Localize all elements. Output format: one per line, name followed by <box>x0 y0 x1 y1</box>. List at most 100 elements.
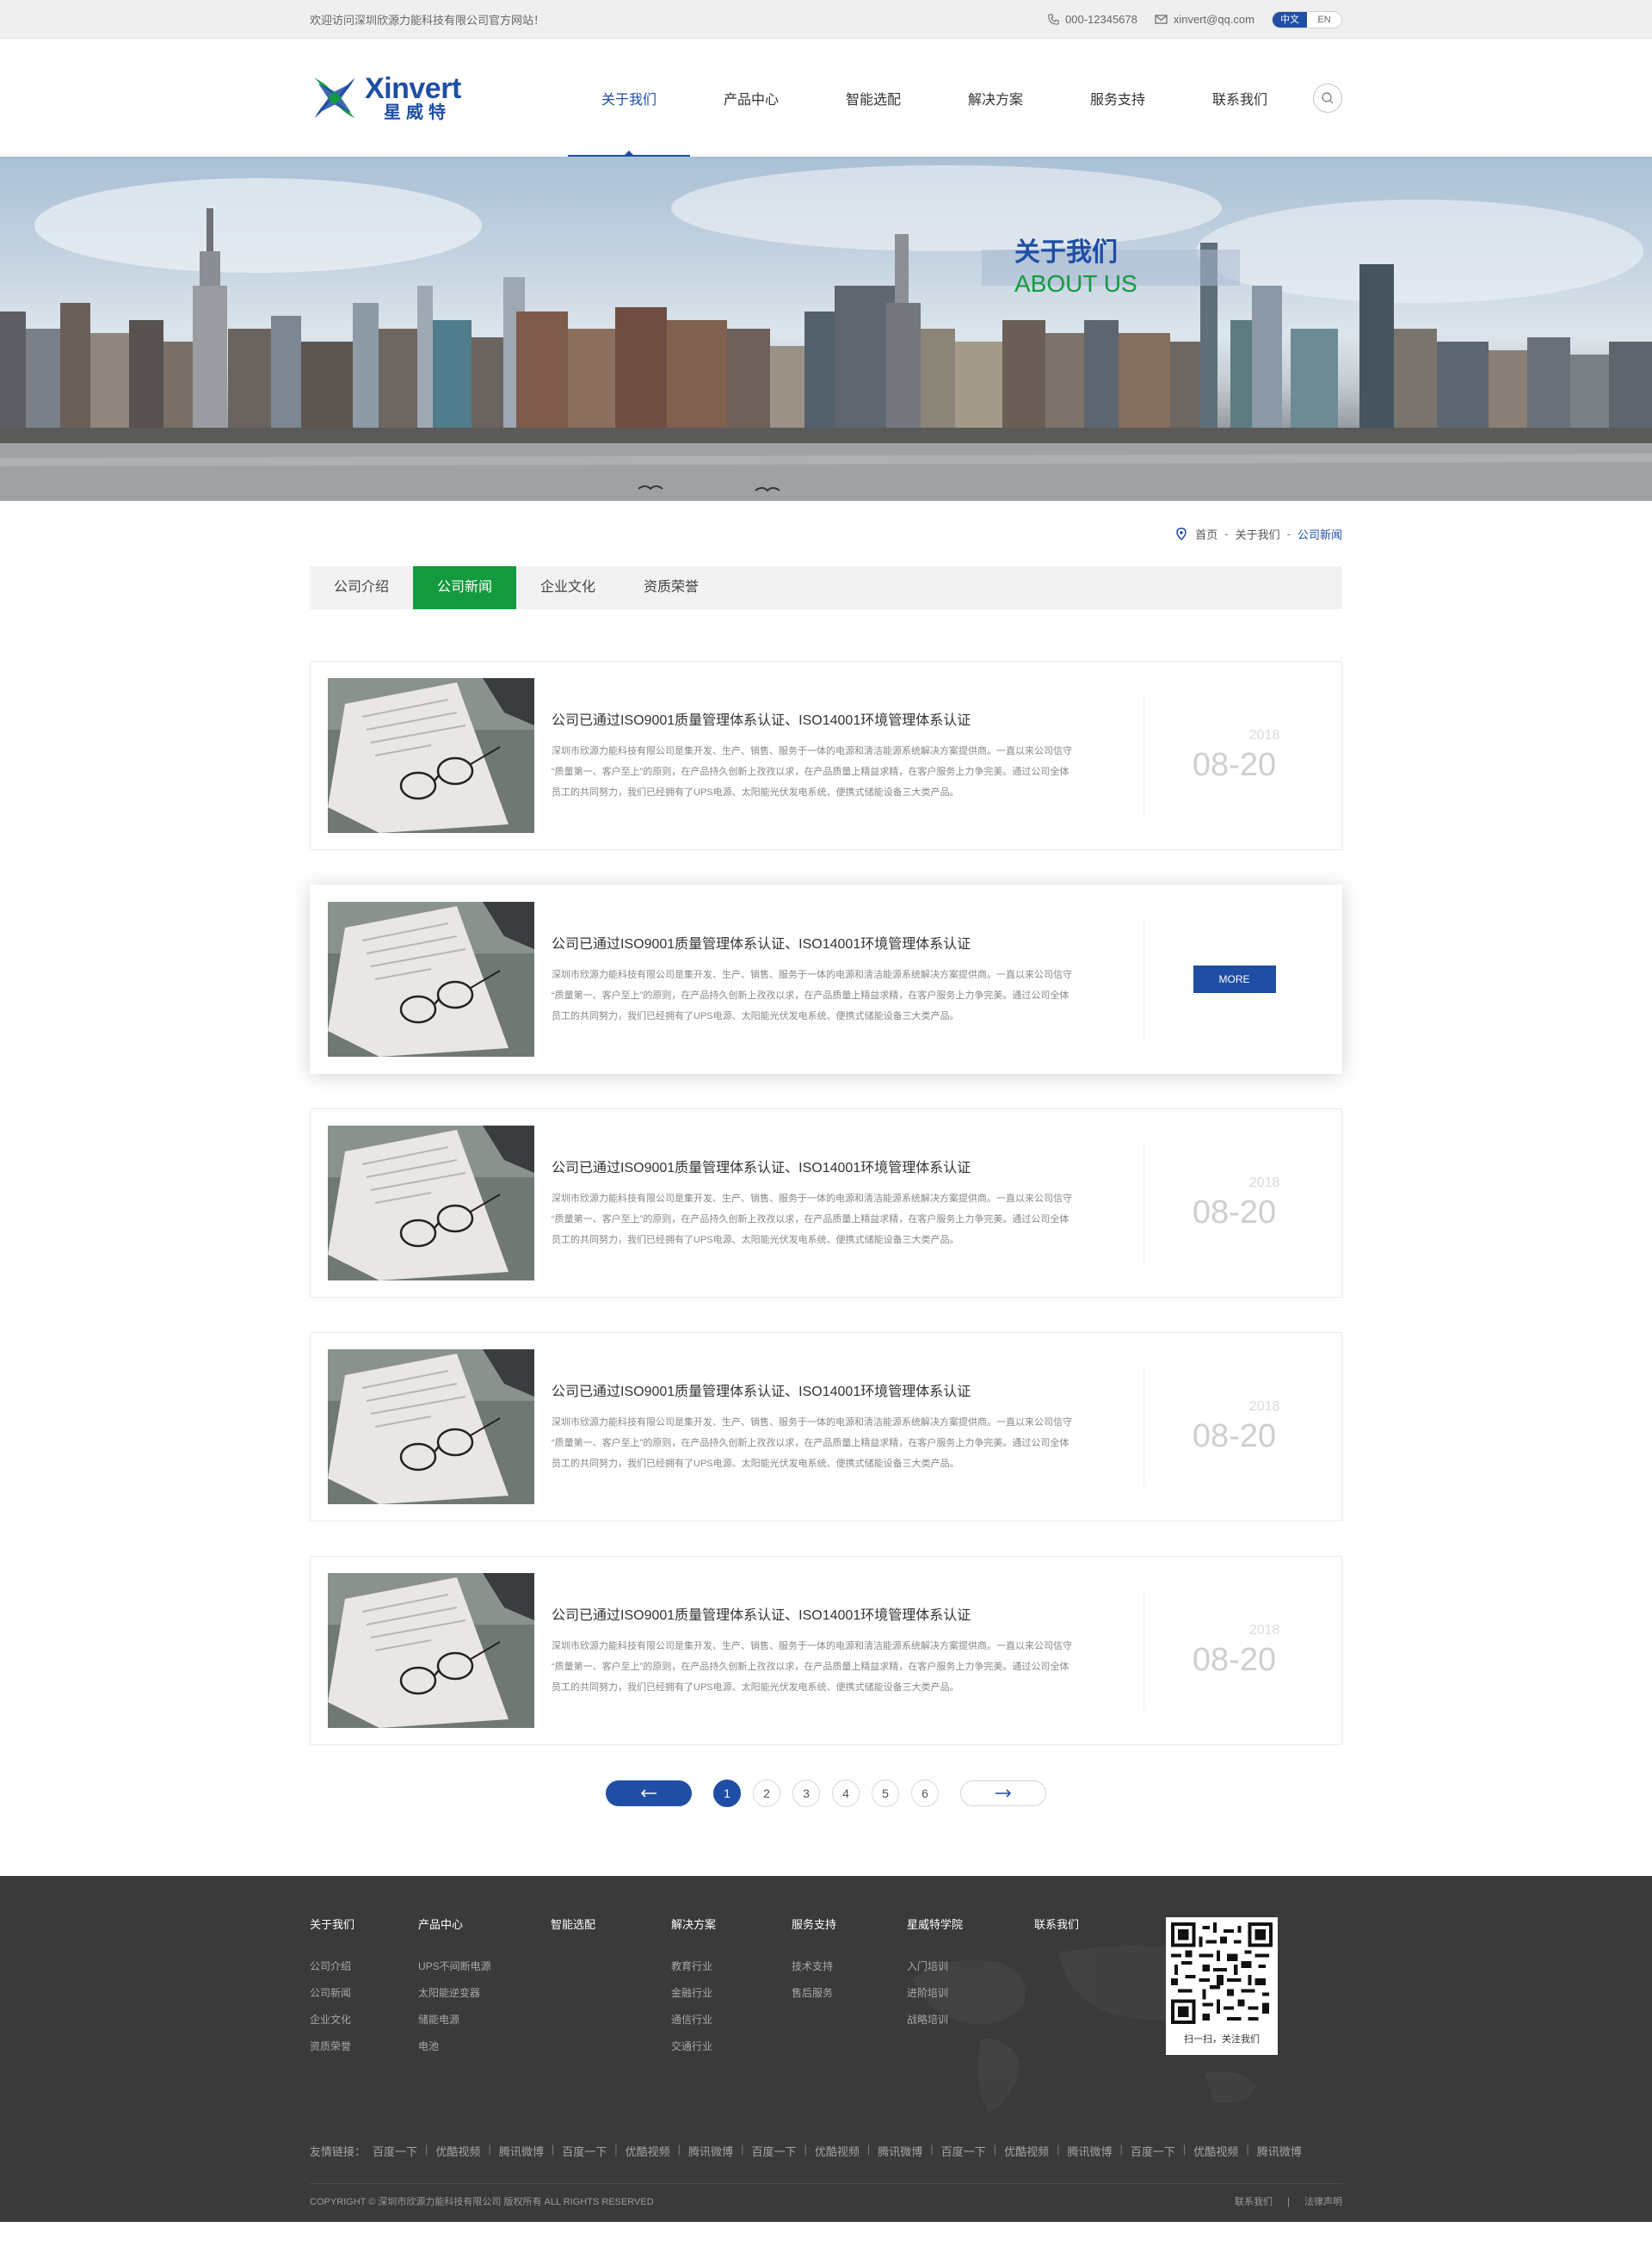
friend-link[interactable]: 腾讯微博 <box>1257 2143 1302 2159</box>
wechat-qr-code: 扫一扫，关注我们 <box>1166 1917 1278 2055</box>
footer-col-heading[interactable]: 联系我们 <box>1034 1916 1137 1932</box>
footer-link[interactable]: 企业文化 <box>310 2014 418 2026</box>
news-item[interactable]: 公司已通过ISO9001质量管理体系认证、ISO14001环境管理体系认证 深圳… <box>310 1556 1342 1745</box>
footer-col-heading[interactable]: 产品中心 <box>418 1916 551 1932</box>
arrow-right-icon <box>996 1789 1012 1798</box>
email-text[interactable]: xinvert@qq.com <box>1174 13 1254 26</box>
footer-link[interactable]: 技术支持 <box>792 1961 907 1972</box>
page-number[interactable]: 1 <box>713 1780 741 1807</box>
news-excerpt: 深圳市欣源力能科技有限公司是集开发、生产、销售、服务于一体的电源和清洁能源系统解… <box>552 1417 1072 1469</box>
news-item[interactable]: 公司已通过ISO9001质量管理体系认证、ISO14001环境管理体系认证 深圳… <box>310 1332 1342 1521</box>
friend-link[interactable]: 优酷视频 <box>815 2143 860 2159</box>
news-thumbnail[interactable] <box>328 678 534 833</box>
friend-link[interactable]: 优酷视频 <box>626 2143 670 2159</box>
logo-mark-icon <box>314 77 355 118</box>
footer-link[interactable]: 储能电源 <box>418 2014 551 2026</box>
nav-item-smart-select[interactable]: 智能选配 <box>812 39 934 157</box>
friend-link[interactable]: 百度一下 <box>1131 2143 1175 2159</box>
page-number[interactable]: 4 <box>832 1780 860 1807</box>
qr-caption: 扫一扫，关注我们 <box>1184 2034 1260 2045</box>
friend-link[interactable]: 百度一下 <box>751 2143 796 2159</box>
nav-item-about[interactable]: 关于我们 <box>568 39 690 157</box>
footer-link[interactable]: 售后服务 <box>792 1988 907 1999</box>
news-thumbnail[interactable] <box>328 902 534 1057</box>
breadcrumb-home[interactable]: 首页 <box>1195 526 1217 542</box>
news-thumbnail[interactable] <box>328 1349 534 1504</box>
footer-link[interactable]: 资质荣誉 <box>310 2041 418 2052</box>
document-glasses-image <box>328 678 534 833</box>
page-number[interactable]: 5 <box>872 1780 899 1807</box>
phone-text: 000-12345678 <box>1065 13 1137 26</box>
footer-col-heading[interactable]: 关于我们 <box>310 1916 418 1932</box>
nav-label: 解决方案 <box>967 92 1023 108</box>
copyright-text: COPYRIGHT © 深圳市欣源力能科技有限公司 版权所有 ALL RIGHT… <box>310 2197 654 2207</box>
lang-cn-button[interactable]: 中文 <box>1273 11 1307 28</box>
footer-link[interactable]: 公司介绍 <box>310 1961 418 1972</box>
site-logo[interactable]: Xinvert 星威特 <box>310 72 482 124</box>
search-button[interactable] <box>1313 83 1342 113</box>
friend-link[interactable]: 优酷视频 <box>435 2143 480 2159</box>
footer-link[interactable]: 通信行业 <box>671 2014 792 2026</box>
tab-corporate-culture[interactable]: 企业文化 <box>516 566 620 609</box>
footer-link[interactable]: 战略培训 <box>907 2014 1034 2026</box>
friend-link[interactable]: 腾讯微博 <box>499 2143 544 2159</box>
footer-link[interactable]: 交通行业 <box>671 2041 792 2052</box>
tab-qualifications[interactable]: 资质荣誉 <box>620 566 723 609</box>
prev-page-button[interactable] <box>606 1780 692 1806</box>
footer-col-heading[interactable]: 星威特学院 <box>907 1916 1034 1932</box>
news-title[interactable]: 公司已通过ISO9001质量管理体系认证、ISO14001环境管理体系认证 <box>552 1379 1143 1400</box>
page-number[interactable]: 6 <box>911 1780 939 1807</box>
nav-item-products[interactable]: 产品中心 <box>690 39 812 157</box>
footer-col-heading[interactable]: 解决方案 <box>671 1916 792 1932</box>
news-thumbnail[interactable] <box>328 1126 534 1280</box>
news-thumbnail[interactable] <box>328 1573 534 1728</box>
news-year: 2018 <box>1248 727 1280 743</box>
footer-link[interactable]: 入门培训 <box>907 1961 1034 1972</box>
news-item[interactable]: 公司已通过ISO9001质量管理体系认证、ISO14001环境管理体系认证 深圳… <box>310 885 1342 1074</box>
friend-link[interactable]: 腾讯微博 <box>688 2143 733 2159</box>
news-title[interactable]: 公司已通过ISO9001质量管理体系认证、ISO14001环境管理体系认证 <box>552 932 1143 953</box>
tab-company-news[interactable]: 公司新闻 <box>413 566 516 609</box>
news-month-day: 08-20 <box>1192 746 1277 783</box>
friend-link[interactable]: 腾讯微博 <box>878 2143 922 2159</box>
footer-link[interactable]: UPS不间断电源 <box>418 1961 551 1972</box>
friend-link[interactable]: 优酷视频 <box>1004 2143 1049 2159</box>
friend-link[interactable]: 优酷视频 <box>1193 2143 1238 2159</box>
friend-link[interactable]: 百度一下 <box>373 2143 417 2159</box>
mail-icon <box>1155 15 1168 24</box>
document-glasses-image <box>328 1349 534 1504</box>
more-button[interactable]: MORE <box>1193 966 1276 993</box>
page-number[interactable]: 2 <box>753 1780 780 1807</box>
news-item[interactable]: 公司已通过ISO9001质量管理体系认证、ISO14001环境管理体系认证 深圳… <box>310 1108 1342 1298</box>
footer-col-heading[interactable]: 服务支持 <box>792 1916 907 1932</box>
page-number[interactable]: 3 <box>792 1780 820 1807</box>
footer-link[interactable]: 进阶培训 <box>907 1988 1034 1999</box>
tab-company-intro[interactable]: 公司介绍 <box>310 566 413 609</box>
legal-notice-link[interactable]: 法律声明 <box>1304 2197 1342 2207</box>
friend-link[interactable]: 百度一下 <box>562 2143 607 2159</box>
friend-link[interactable]: 腾讯微博 <box>1067 2143 1112 2159</box>
nav-item-support[interactable]: 服务支持 <box>1057 39 1179 157</box>
news-title[interactable]: 公司已通过ISO9001质量管理体系认证、ISO14001环境管理体系认证 <box>552 708 1143 729</box>
friend-link[interactable]: 百度一下 <box>941 2143 986 2159</box>
footer-contact-link[interactable]: 联系我们 <box>1235 2197 1273 2207</box>
news-title[interactable]: 公司已通过ISO9001质量管理体系认证、ISO14001环境管理体系认证 <box>552 1156 1143 1176</box>
nav-active-marker <box>625 146 633 155</box>
footer-col-heading[interactable]: 智能选配 <box>551 1916 671 1932</box>
footer-link[interactable]: 教育行业 <box>671 1961 792 1972</box>
footer-link[interactable]: 公司新闻 <box>310 1988 418 1999</box>
email-contact: xinvert@qq.com <box>1155 13 1254 26</box>
news-item[interactable]: 公司已通过ISO9001质量管理体系认证、ISO14001环境管理体系认证 深圳… <box>310 661 1342 850</box>
logo-name-cn: 星威特 <box>384 103 451 122</box>
footer-link[interactable]: 金融行业 <box>671 1988 792 1999</box>
news-title[interactable]: 公司已通过ISO9001质量管理体系认证、ISO14001环境管理体系认证 <box>552 1603 1143 1624</box>
footer-link[interactable]: 太阳能逆变器 <box>418 1988 551 1999</box>
footer-divider: | <box>1287 2197 1290 2207</box>
friend-links-label: 友情链接： <box>310 2145 367 2158</box>
footer-link[interactable]: 电池 <box>418 2041 551 2052</box>
next-page-button[interactable] <box>960 1780 1046 1806</box>
nav-item-contact[interactable]: 联系我们 <box>1179 39 1301 157</box>
lang-en-button[interactable]: EN <box>1307 11 1341 28</box>
breadcrumb-parent[interactable]: 关于我们 <box>1236 526 1280 542</box>
nav-item-solutions[interactable]: 解决方案 <box>934 39 1057 157</box>
